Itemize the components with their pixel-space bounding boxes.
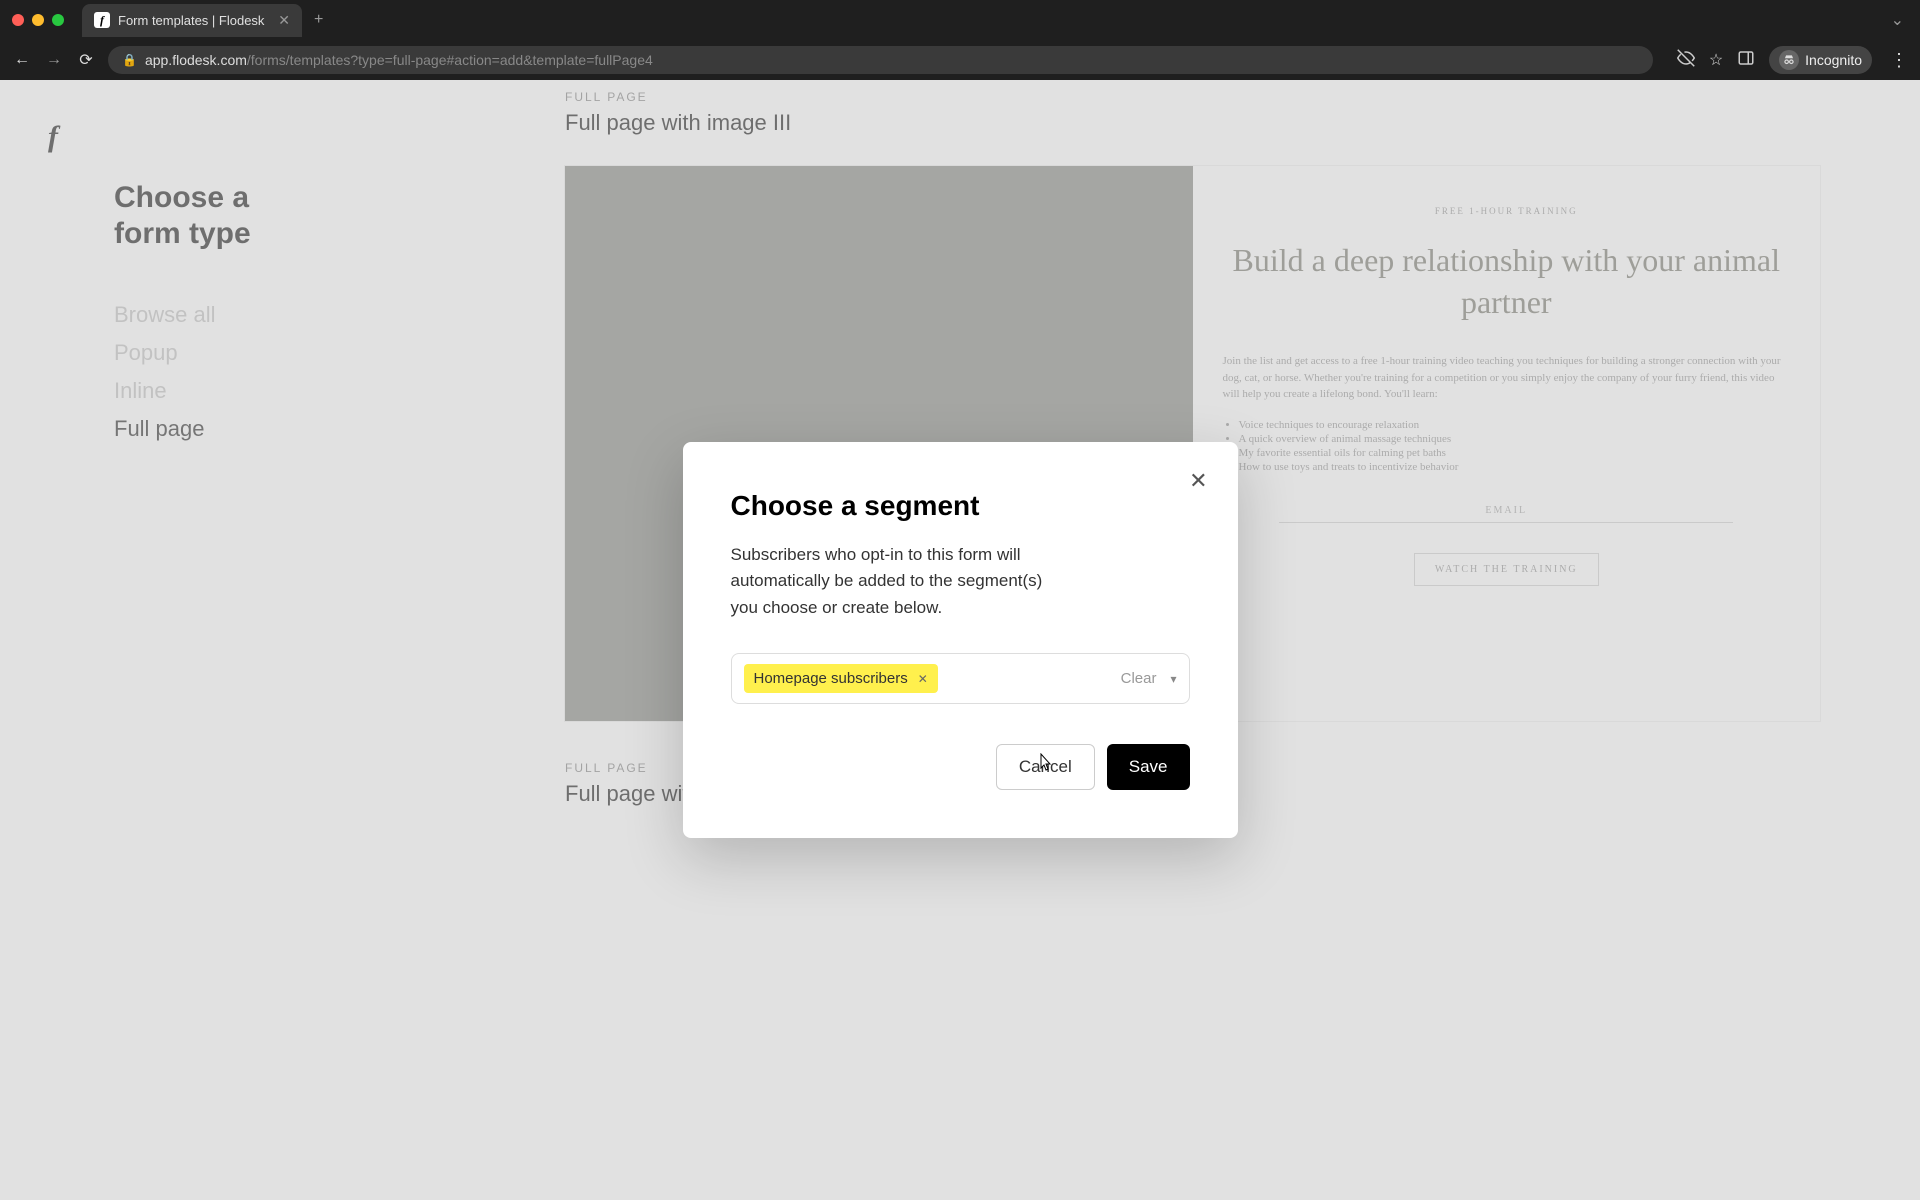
url-field[interactable]: 🔒 app.flodesk.com/forms/templates?type=f… [108,46,1653,74]
clear-segments-button[interactable]: Clear [1121,670,1157,687]
close-window-button[interactable] [12,14,24,26]
chevron-down-icon[interactable]: ▾ [1170,672,1176,686]
modal-title: Choose a segment [731,490,1190,522]
segment-modal: ✕ Choose a segment Subscribers who opt-i… [683,442,1238,838]
close-tab-icon[interactable]: ✕ [278,12,290,29]
incognito-badge[interactable]: Incognito [1769,46,1872,74]
toolbar-right: ☆ Incognito ⋮ [1677,46,1908,74]
save-button[interactable]: Save [1107,744,1190,790]
modal-actions: Cancel Save [731,744,1190,790]
tab-favicon: f [94,12,110,28]
close-icon[interactable]: ✕ [1189,470,1207,492]
expand-tabs-icon[interactable]: ⌄ [1891,10,1904,30]
lock-icon: 🔒 [122,53,137,67]
minimize-window-button[interactable] [32,14,44,26]
page-content: f Choose a form type Browse all Popup In… [0,80,1920,1200]
panel-icon[interactable] [1737,49,1755,72]
incognito-icon [1779,50,1799,70]
segment-tag: Homepage subscribers ✕ [744,664,938,693]
star-icon[interactable]: ☆ [1709,50,1723,70]
remove-segment-icon[interactable]: ✕ [918,672,928,686]
tab-bar: f Form templates | Flodesk ✕ + ⌄ [0,0,1920,40]
browser-tab[interactable]: f Form templates | Flodesk ✕ [82,4,302,37]
address-bar: ← → ⟳ 🔒 app.flodesk.com/forms/templates?… [0,40,1920,80]
new-tab-button[interactable]: + [314,11,323,29]
browser-chrome: f Form templates | Flodesk ✕ + ⌄ ← → ⟳ 🔒… [0,0,1920,80]
cancel-button[interactable]: Cancel [996,744,1095,790]
segment-tag-label: Homepage subscribers [754,670,908,687]
eye-off-icon[interactable] [1677,49,1695,72]
forward-button[interactable]: → [44,51,64,69]
url-text: app.flodesk.com/forms/templates?type=ful… [145,52,653,68]
back-button[interactable]: ← [12,51,32,69]
window-controls [12,14,64,26]
menu-icon[interactable]: ⋮ [1890,50,1908,71]
modal-overlay[interactable]: ✕ Choose a segment Subscribers who opt-i… [0,80,1920,1200]
segment-select[interactable]: Homepage subscribers ✕ Clear ▾ [731,653,1190,704]
reload-button[interactable]: ⟳ [76,50,96,70]
tab-title: Form templates | Flodesk [118,13,264,28]
modal-description: Subscribers who opt-in to this form will… [731,542,1051,621]
maximize-window-button[interactable] [52,14,64,26]
incognito-label: Incognito [1805,52,1862,68]
